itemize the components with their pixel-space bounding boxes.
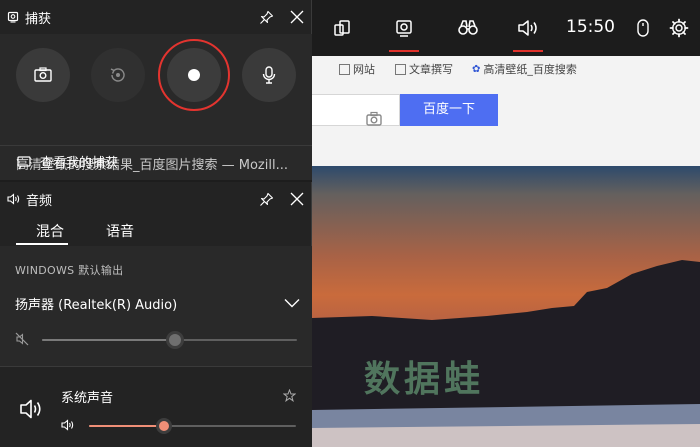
view-captures-link[interactable]: 查看我的捕获 [16,152,118,171]
widget-menu-icon [334,20,350,36]
close-button[interactable] [289,9,305,25]
app-volume-row: 系统声音 [0,367,312,447]
app-name: 系统声音 [61,391,114,406]
recording-highlight-ring [158,39,230,111]
mountain-silhouette [312,260,700,447]
microphone-icon [262,66,276,84]
speaker-muted-icon[interactable] [15,332,29,346]
master-volume-fill [42,339,175,341]
chevron-down-icon [284,299,300,308]
camera-icon [34,67,52,82]
settings-button[interactable] [664,0,694,56]
panel-title: 音频 [26,193,53,209]
gear-icon [669,18,689,38]
search-input[interactable] [312,94,400,126]
bookmark-label: 高清壁纸_百度搜索 [483,63,577,76]
pin-icon [259,10,273,24]
output-device-name: 扬声器 (Realtek(R) Audio) [15,297,178,313]
bookmark-label: 网站 [353,63,375,76]
capture-webcam-icon [396,20,412,37]
mix-section: WINDOWS 默认输出 扬声器 (Realtek(R) Audio) [0,246,312,366]
screenshot-button[interactable] [16,48,70,102]
speaker-icon [518,20,537,36]
pin-icon [259,192,273,206]
system-sounds-icon [20,399,41,419]
pin-button[interactable] [258,9,274,25]
master-volume-slider[interactable] [42,331,297,349]
bookmarks-bar: F 网站 文章撰写 ✿ 高清壁纸_百度搜索 [306,56,700,82]
game-bar [312,0,700,56]
master-volume-thumb[interactable] [165,331,184,349]
tab-voice[interactable]: 语音 [106,221,134,241]
gallery-icon [17,155,31,169]
close-button[interactable] [289,191,305,207]
output-device-select[interactable]: 扬声器 (Realtek(R) Audio) [15,292,300,314]
search-button[interactable]: 百度一下 [400,94,498,126]
app-volume-slider[interactable] [89,418,296,434]
bookmark-articles[interactable]: 文章撰写 [395,61,453,77]
active-indicator [513,50,543,52]
record-last-button[interactable] [91,48,145,102]
close-icon [290,192,304,206]
audio-tabs: 混合 语音 [0,216,312,246]
default-output-label: WINDOWS 默认输出 [15,264,124,277]
camera-search-icon[interactable] [364,109,384,129]
mouse-icon [637,19,649,37]
folder-icon [395,63,406,75]
tab-mix[interactable]: 混合 [36,221,64,241]
baidu-paw-icon: ✿ [472,63,481,75]
mouse-settings-button[interactable] [630,0,656,56]
watermark: 数据蛙 [364,359,485,400]
looking-for-group-button[interactable] [450,0,486,56]
app-volume-fill [89,425,164,427]
capture-widget-icon [7,11,19,23]
audio-header[interactable]: 音频 [0,182,311,216]
record-last-icon [110,68,125,82]
wallpaper-photo: 数据蛙 [312,166,700,447]
bookmark-label: 文章撰写 [409,63,453,76]
panel-title: 捕获 [25,11,52,27]
audio-widget-icon [7,193,20,205]
search-row: 百度一下 [312,86,700,134]
bookmark-wallpaper[interactable]: ✿ 高清壁纸_百度搜索 [472,61,577,77]
app-volume-thumb[interactable] [155,418,172,434]
widget-menu-button[interactable] [326,0,358,56]
view-captures-label: 查看我的捕获 [40,156,119,171]
capture-header[interactable]: 捕获 [0,0,311,34]
folder-icon [339,63,350,75]
star-icon[interactable] [283,389,296,402]
background-browser: F 网站 文章撰写 ✿ 高清壁纸_百度搜索 百度一下 [306,56,700,166]
binoculars-icon [458,20,478,35]
microphone-button[interactable] [242,48,296,102]
clock: 15:50 [566,17,615,37]
active-tab-indicator [16,243,68,245]
active-indicator [389,50,419,52]
capture-widget-button[interactable] [386,0,422,56]
close-icon [290,10,304,24]
divider [0,145,312,146]
bookmark-website[interactable]: 网站 [339,61,375,77]
audio-widget: 音频 混合 语音 WINDOWS 默认输出 扬声器 (Realtek(R) Au… [0,182,312,447]
speaker-icon[interactable] [61,419,75,431]
pin-button[interactable] [258,191,274,207]
capture-widget: 捕获 高清壁纸的搜索结果_百度图片搜索 — Mozill... 查看我的捕获 [0,0,312,180]
master-volume-row [15,330,300,350]
audio-widget-button[interactable] [510,0,546,56]
